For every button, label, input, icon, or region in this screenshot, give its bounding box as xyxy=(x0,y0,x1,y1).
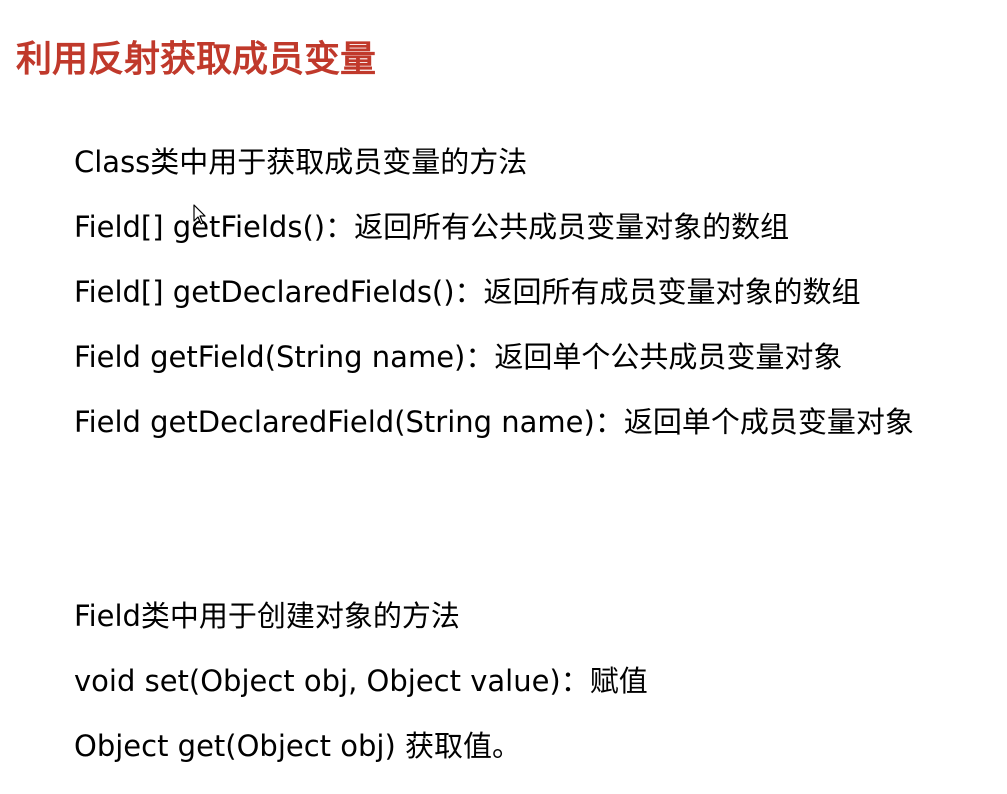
class-section-heading: Class类中用于获取成员变量的方法 xyxy=(74,145,528,179)
slide: 利用反射获取成员变量 Class类中用于获取成员变量的方法 Field[] ge… xyxy=(0,0,1007,794)
method-get-declared-fields: Field[] getDeclaredFields()：返回所有成员变量对象的数… xyxy=(74,275,861,309)
method-set: void set(Object obj, Object value)：赋值 xyxy=(74,664,648,698)
slide-title: 利用反射获取成员变量 xyxy=(16,39,377,80)
method-get: Object get(Object obj) 获取值。 xyxy=(74,729,522,763)
method-get-field: Field getField(String name)：返回单个公共成员变量对象 xyxy=(74,340,843,374)
method-get-fields: Field[] getFields()：返回所有公共成员变量对象的数组 xyxy=(74,210,790,244)
method-get-declared-field: Field getDeclaredField(String name)：返回单个… xyxy=(74,405,914,439)
mouse-pointer-icon xyxy=(193,204,206,225)
field-section-heading: Field类中用于创建对象的方法 xyxy=(74,599,460,633)
